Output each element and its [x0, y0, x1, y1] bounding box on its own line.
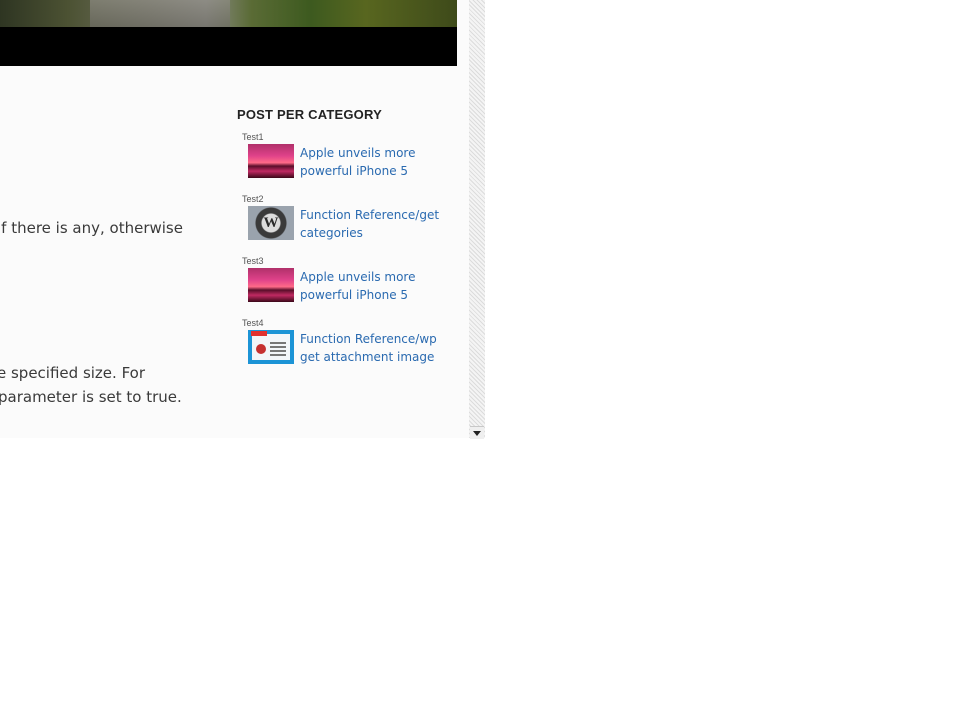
document-thumbnail[interactable]	[248, 330, 294, 364]
wordpress-logo-icon: W	[263, 214, 279, 231]
post-link[interactable]: Apple unveils more powerful iPhone 5	[300, 144, 445, 180]
category-item: Test1 Apple unveils more powerful iPhone…	[237, 132, 447, 194]
page-viewport: if there is any, otherwise e specified s…	[0, 0, 469, 438]
category-name: Test2	[242, 194, 264, 204]
vertical-scrollbar[interactable]	[469, 0, 485, 438]
category-item: Test4 Function Reference/wp get attachme…	[237, 318, 447, 380]
post-link[interactable]: Function Reference/get categories	[300, 206, 445, 242]
category-name: Test4	[242, 318, 264, 328]
post-link[interactable]: Function Reference/wp get attachment ima…	[300, 330, 445, 366]
post-per-category-widget: POST PER CATEGORY Test1 Apple unveils mo…	[237, 107, 447, 380]
header-image	[0, 0, 457, 27]
post-link[interactable]: Apple unveils more powerful iPhone 5	[300, 268, 445, 304]
scroll-down-button[interactable]	[470, 426, 484, 439]
sunset-thumbnail[interactable]	[248, 268, 294, 302]
category-name: Test1	[242, 132, 264, 142]
article-text-line: if there is any, otherwise	[0, 219, 183, 237]
category-name: Test3	[242, 256, 264, 266]
category-item: Test3 Apple unveils more powerful iPhone…	[237, 256, 447, 318]
header-bar	[0, 27, 457, 66]
article-text-line: parameter is set to true.	[0, 388, 182, 406]
wordpress-logo-thumbnail[interactable]: W	[248, 206, 294, 240]
chevron-down-icon	[473, 430, 481, 436]
document-seal-icon	[256, 344, 266, 354]
document-banner	[251, 331, 267, 336]
category-item: Test2 W Function Reference/get categorie…	[237, 194, 447, 256]
widget-title: POST PER CATEGORY	[237, 107, 382, 122]
sunset-thumbnail[interactable]	[248, 144, 294, 178]
header-image-road	[90, 0, 230, 27]
document-lines	[270, 342, 286, 344]
article-text-line: e specified size. For	[0, 364, 146, 382]
